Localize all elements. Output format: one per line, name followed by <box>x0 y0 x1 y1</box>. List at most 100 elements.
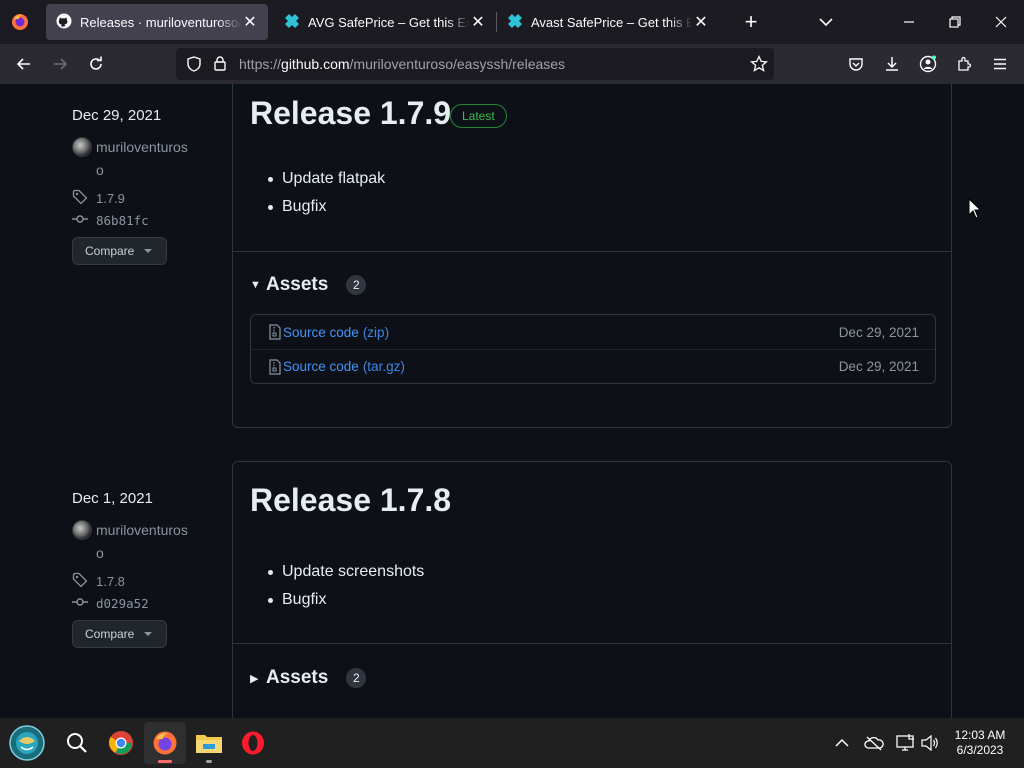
avast-icon <box>507 13 523 32</box>
tag-name: 1.7.9 <box>96 191 125 206</box>
back-icon[interactable] <box>8 48 40 80</box>
close-tab-icon[interactable]: ✕ <box>470 12 486 32</box>
browser-tab-bar: Releases · muriloventuroso/easyssh ✕ AVG… <box>0 0 1024 44</box>
asset-link[interactable]: Source code <box>283 359 359 374</box>
downloads-icon[interactable] <box>876 48 908 80</box>
extensions-icon[interactable] <box>948 48 980 80</box>
onedrive-offline-icon[interactable] <box>862 718 886 768</box>
opera-icon[interactable] <box>232 722 274 764</box>
assets-list: Source code (zip) Dec 29, 2021 Source co… <box>250 314 936 384</box>
release-card: Release 1.7.8 Update screenshots Bugfix … <box>232 461 952 718</box>
file-zip-icon <box>269 358 283 375</box>
close-window-icon[interactable] <box>978 0 1024 44</box>
release-commit[interactable]: 86b81fc <box>72 211 149 230</box>
file-explorer-icon[interactable] <box>188 722 230 764</box>
navigation-toolbar: https://github.com/muriloventuroso/easys… <box>0 44 1024 84</box>
start-icon[interactable] <box>6 722 48 764</box>
compare-button[interactable]: Compare <box>72 620 167 648</box>
avatar[interactable] <box>72 137 92 157</box>
release-author[interactable]: muriloventuros o <box>72 136 200 182</box>
list-item: Bugfix <box>266 586 424 614</box>
release-date: Dec 1, 2021 <box>72 490 153 507</box>
close-tab-icon[interactable]: ✕ <box>242 12 258 32</box>
list-item: Update screenshots <box>266 558 424 586</box>
firefox-taskbar-icon[interactable] <box>144 722 186 764</box>
commit-sha: d029a52 <box>96 596 149 611</box>
release-tag[interactable]: 1.7.9 <box>72 189 125 208</box>
asset-row: Source code (zip) Dec 29, 2021 <box>251 315 935 349</box>
show-hidden-icons-icon[interactable] <box>830 718 854 768</box>
avatar[interactable] <box>72 520 92 540</box>
tag-icon <box>72 189 88 208</box>
divider <box>233 643 951 644</box>
avg-icon <box>284 13 300 32</box>
author-name-line2: o <box>96 162 104 178</box>
tab-releases[interactable]: Releases · muriloventuroso/easyssh ✕ <box>46 4 268 40</box>
release-notes: Update screenshots Bugfix <box>266 558 424 614</box>
url-text[interactable]: https://github.com/muriloventuroso/easys… <box>239 56 565 72</box>
firefox-view-icon[interactable] <box>0 0 40 44</box>
active-indicator <box>158 760 172 763</box>
clock[interactable]: 12:03 AM 6/3/2023 <box>940 728 1020 758</box>
assets-count: 2 <box>346 668 367 688</box>
author-name-line1: muriloventuros <box>96 522 188 538</box>
reload-icon[interactable] <box>80 48 112 80</box>
compare-label: Compare <box>85 244 135 258</box>
pocket-icon[interactable] <box>840 48 872 80</box>
running-indicator <box>206 760 212 763</box>
menu-icon[interactable] <box>984 48 1016 80</box>
asset-link[interactable]: Source code <box>283 325 359 340</box>
bookmark-star-icon[interactable] <box>750 54 768 78</box>
release-card: Release 1.7.9 Latest Update flatpak Bugf… <box>232 84 952 428</box>
tab-avg-safeprice[interactable]: AVG SafePrice – Get this Extension ✕ <box>274 4 496 40</box>
lock-icon[interactable] <box>212 55 228 76</box>
shield-icon[interactable] <box>186 56 202 77</box>
tab-title: AVG SafePrice – Get this Extension <box>308 14 470 30</box>
search-icon[interactable] <box>56 722 98 764</box>
account-icon[interactable] <box>912 48 944 80</box>
tab-title: Avast SafePrice – Get this Extension <box>531 14 693 30</box>
chevron-down-icon <box>144 249 153 253</box>
release-title[interactable]: Release 1.7.8 <box>250 482 451 519</box>
assets-toggle[interactable]: ▼ Assets 2 <box>250 274 367 296</box>
asset-ext[interactable]: (tar.gz) <box>363 359 405 374</box>
tab-avast-safeprice[interactable]: Avast SafePrice – Get this Extension ✕ <box>497 4 719 40</box>
new-tab-button[interactable]: + <box>735 6 767 38</box>
network-icon[interactable] <box>894 718 918 768</box>
release-date: Dec 29, 2021 <box>72 107 162 124</box>
volume-icon[interactable] <box>918 718 942 768</box>
chrome-icon[interactable] <box>100 722 142 764</box>
latest-badge: Latest <box>450 104 507 128</box>
assets-label: Assets <box>266 274 329 295</box>
release-author[interactable]: muriloventuros o <box>72 519 200 565</box>
asset-date: Dec 29, 2021 <box>838 324 919 340</box>
compare-button[interactable]: Compare <box>72 237 167 265</box>
commit-icon <box>72 594 88 613</box>
mouse-cursor-icon <box>968 197 982 225</box>
close-tab-icon[interactable]: ✕ <box>693 12 709 32</box>
list-item: Update flatpak <box>266 165 385 193</box>
release-title[interactable]: Release 1.7.9 <box>250 95 451 132</box>
clock-date: 6/3/2023 <box>956 743 1004 757</box>
tab-title: Releases · muriloventuroso/easyssh <box>80 14 242 30</box>
commit-icon <box>72 211 88 230</box>
chevron-down-icon <box>144 632 153 636</box>
minimize-icon[interactable] <box>886 0 932 44</box>
release-tag[interactable]: 1.7.8 <box>72 572 125 591</box>
release-commit[interactable]: d029a52 <box>72 594 149 613</box>
asset-ext[interactable]: (zip) <box>363 325 389 340</box>
asset-date: Dec 29, 2021 <box>838 359 919 374</box>
restore-icon[interactable] <box>932 0 978 44</box>
url-host: github.com <box>281 56 350 72</box>
commit-sha: 86b81fc <box>96 213 149 228</box>
author-name[interactable]: muriloventuros o <box>96 519 200 565</box>
url-scheme: https:// <box>239 56 282 72</box>
address-bar[interactable]: https://github.com/muriloventuroso/easys… <box>176 48 774 80</box>
author-name-line2: o <box>96 545 104 561</box>
list-all-tabs-icon[interactable] <box>812 8 840 36</box>
assets-toggle[interactable]: ▶ Assets 2 <box>250 667 367 689</box>
forward-icon[interactable] <box>44 48 76 80</box>
tag-name: 1.7.8 <box>96 574 125 589</box>
author-name[interactable]: muriloventuros o <box>96 136 200 182</box>
compare-label: Compare <box>85 627 135 641</box>
